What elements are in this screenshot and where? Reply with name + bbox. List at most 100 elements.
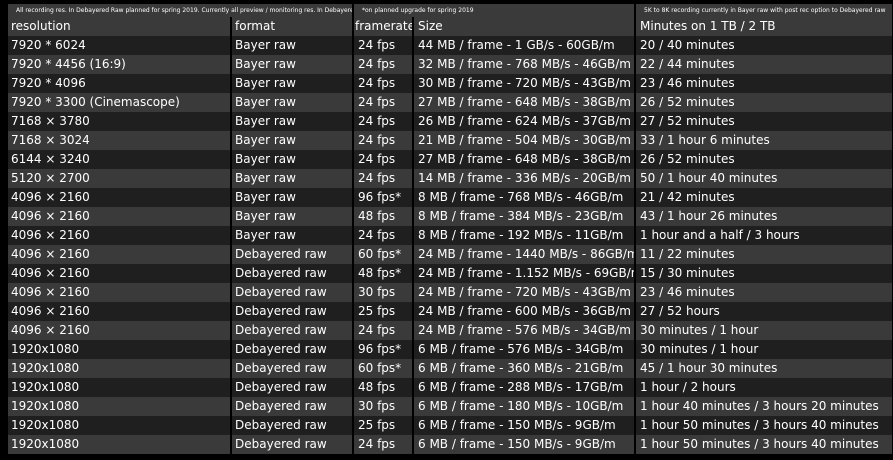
cell-resolution: 7920 * 4456 (16:9) (8, 55, 232, 74)
table-row: 4096 × 2160 Debayered raw 48 fps* 24 MB / f… (8, 264, 893, 283)
cell-size: 6 MB / frame - 180 MB/s - 10GB/m (413, 397, 636, 416)
cell-resolution: 7168 × 3024 (8, 131, 232, 150)
cell-size: 24 MB / frame - 1.152 MB/s - 69GB/m (413, 264, 636, 283)
cell-size: 27 MB / frame - 648 MB/s - 38GB/m (413, 150, 636, 169)
header-row: resolution format framerate Size Minutes… (8, 17, 893, 36)
table-row: 1920x1080 Debayered raw 96 fps* 6 MB / fram… (8, 340, 893, 359)
cell-framerate: 48 fps (353, 207, 414, 226)
table-row: 7920 * 4456 (16:9) Bayer raw 24 fps 32 MB /… (8, 55, 893, 74)
cell-resolution: 7920 * 4096 (8, 74, 232, 93)
cell-minutes: 11 / 22 minutes (635, 245, 893, 264)
cell-minutes: 23 / 46 minutes (635, 283, 893, 302)
cell-resolution: 4096 × 2160 (8, 283, 232, 302)
cell-size: 14 MB / frame - 336 MB/s - 20GB/m (413, 169, 636, 188)
cell-minutes: 1 hour 40 minutes / 3 hours 20 minutes (635, 397, 893, 416)
cell-minutes: 43 / 1 hour 26 minutes (635, 207, 893, 226)
cell-resolution: 1920x1080 (8, 397, 232, 416)
table-row: 7920 * 3300 (Cinemascope) Bayer raw 24 fps… (8, 93, 893, 112)
cell-minutes: 50 / 1 hour 40 minutes (635, 169, 893, 188)
cell-resolution: 4096 × 2160 (8, 264, 232, 283)
notes-row: All recording res. In Debayered Raw plan… (8, 4, 893, 17)
cell-minutes: 1 hour / 2 hours (635, 378, 893, 397)
cell-resolution: 5120 × 2700 (8, 169, 232, 188)
table-row: 4096 × 2160 Bayer raw 24 fps 8 MB / frame -… (8, 226, 893, 245)
table-row: 7920 * 6024 Bayer raw 24 fps 44 MB / frame … (8, 36, 893, 55)
cell-framerate: 30 fps (353, 397, 414, 416)
cell-minutes: 23 / 46 minutes (635, 74, 893, 93)
cell-framerate: 24 fps (353, 150, 414, 169)
cell-format: Bayer raw (231, 131, 354, 150)
cell-resolution: 4096 × 2160 (8, 302, 232, 321)
cell-framerate: 24 fps (353, 169, 414, 188)
cell-format: Debayered raw (231, 283, 354, 302)
cell-framerate: 96 fps* (353, 188, 414, 207)
table-row: 4096 × 2160 Bayer raw 48 fps 8 MB / frame -… (8, 207, 893, 226)
table-row: 4096 × 2160 Debayered raw 24 fps 24 MB / fr… (8, 321, 893, 340)
cell-resolution: 7920 * 3300 (Cinemascope) (8, 93, 232, 112)
cell-size: 8 MB / frame - 192 MB/s - 11GB/m (413, 226, 636, 245)
cell-resolution: 1920x1080 (8, 378, 232, 397)
table-row: 7920 * 4096 Bayer raw 24 fps 30 MB / frame … (8, 74, 893, 93)
table-row: 5120 × 2700 Bayer raw 24 fps 14 MB / frame … (8, 169, 893, 188)
cell-framerate: 25 fps (353, 416, 414, 435)
cell-resolution: 4096 × 2160 (8, 321, 232, 340)
table-row: 4096 × 2160 Bayer raw 96 fps* 8 MB / frame … (8, 188, 893, 207)
cell-minutes: 1 hour 50 minutes / 3 hours 40 minutes (635, 416, 893, 435)
cell-framerate: 24 fps (353, 112, 414, 131)
header-resolution: resolution (8, 17, 232, 36)
cell-framerate: 24 fps (353, 93, 414, 112)
cell-size: 24 MB / frame - 1440 MB/s - 86GB/m (413, 245, 636, 264)
table-row: 1920x1080 Debayered raw 30 fps 6 MB / frame… (8, 397, 893, 416)
cell-size: 30 MB / frame - 720 MB/s - 43GB/m (413, 74, 636, 93)
cell-format: Bayer raw (231, 150, 354, 169)
cell-size: 27 MB / frame - 648 MB/s - 38GB/m (413, 93, 636, 112)
table-row: 6144 × 3240 Bayer raw 24 fps 27 MB / frame … (8, 150, 893, 169)
cell-minutes: 21 / 42 minutes (635, 188, 893, 207)
cell-framerate: 24 fps (353, 321, 414, 340)
cell-resolution: 7920 * 6024 (8, 36, 232, 55)
header-minutes: Minutes on 1 TB / 2 TB (635, 17, 893, 36)
cell-format: Bayer raw (231, 112, 354, 131)
cell-framerate: 48 fps (353, 378, 414, 397)
cell-framerate: 30 fps (353, 283, 414, 302)
cell-resolution: 4096 × 2160 (8, 207, 232, 226)
cell-framerate: 60 fps* (353, 359, 414, 378)
cell-format: Bayer raw (231, 226, 354, 245)
cell-resolution: 6144 × 3240 (8, 150, 232, 169)
cell-size: 24 MB / frame - 720 MB/s - 43GB/m (413, 283, 636, 302)
cell-resolution: 7168 × 3780 (8, 112, 232, 131)
cell-format: Debayered raw (231, 378, 354, 397)
cell-size: 21 MB / frame - 504 MB/s - 30GB/m (413, 131, 636, 150)
cell-minutes: 33 / 1 hour 6 minutes (635, 131, 893, 150)
cell-format: Bayer raw (231, 55, 354, 74)
cell-framerate: 96 fps* (353, 340, 414, 359)
cell-size: 6 MB / frame - 150 MB/s - 9GB/m (413, 435, 636, 454)
cell-framerate: 24 fps (353, 55, 414, 74)
cell-format: Debayered raw (231, 264, 354, 283)
cell-resolution: 1920x1080 (8, 435, 232, 454)
cell-format: Bayer raw (231, 188, 354, 207)
table-row: 4096 × 2160 Debayered raw 30 fps 24 MB / fr… (8, 283, 893, 302)
cell-framerate: 24 fps (353, 435, 414, 454)
cell-format: Bayer raw (231, 207, 354, 226)
cell-framerate: 24 fps (353, 74, 414, 93)
cell-size: 6 MB / frame - 288 MB/s - 17GB/m (413, 378, 636, 397)
cell-format: Debayered raw (231, 397, 354, 416)
table-row: 4096 × 2160 Debayered raw 60 fps* 24 MB / f… (8, 245, 893, 264)
cell-framerate: 60 fps* (353, 245, 414, 264)
cell-size: 32 MB / frame - 768 MB/s - 46GB/m (413, 55, 636, 74)
cell-resolution: 1920x1080 (8, 359, 232, 378)
cell-format: Debayered raw (231, 416, 354, 435)
cell-size: 24 MB / frame - 576 MB/s - 34GB/m (413, 321, 636, 340)
cell-minutes: 30 minutes / 1 hour (635, 321, 893, 340)
cell-format: Debayered raw (231, 302, 354, 321)
table-row: 4096 × 2160 Debayered raw 25 fps 24 MB / fr… (8, 302, 893, 321)
cell-size: 6 MB / frame - 360 MB/s - 21GB/m (413, 359, 636, 378)
cell-resolution: 1920x1080 (8, 416, 232, 435)
cell-resolution: 1920x1080 (8, 340, 232, 359)
cell-minutes: 27 / 52 hours (635, 302, 893, 321)
cell-minutes: 20 / 40 minutes (635, 36, 893, 55)
table-row: 7168 × 3024 Bayer raw 24 fps 21 MB / frame … (8, 131, 893, 150)
recording-spec-table-container: All recording res. In Debayered Raw plan… (8, 4, 893, 454)
header-format: format (231, 17, 354, 36)
